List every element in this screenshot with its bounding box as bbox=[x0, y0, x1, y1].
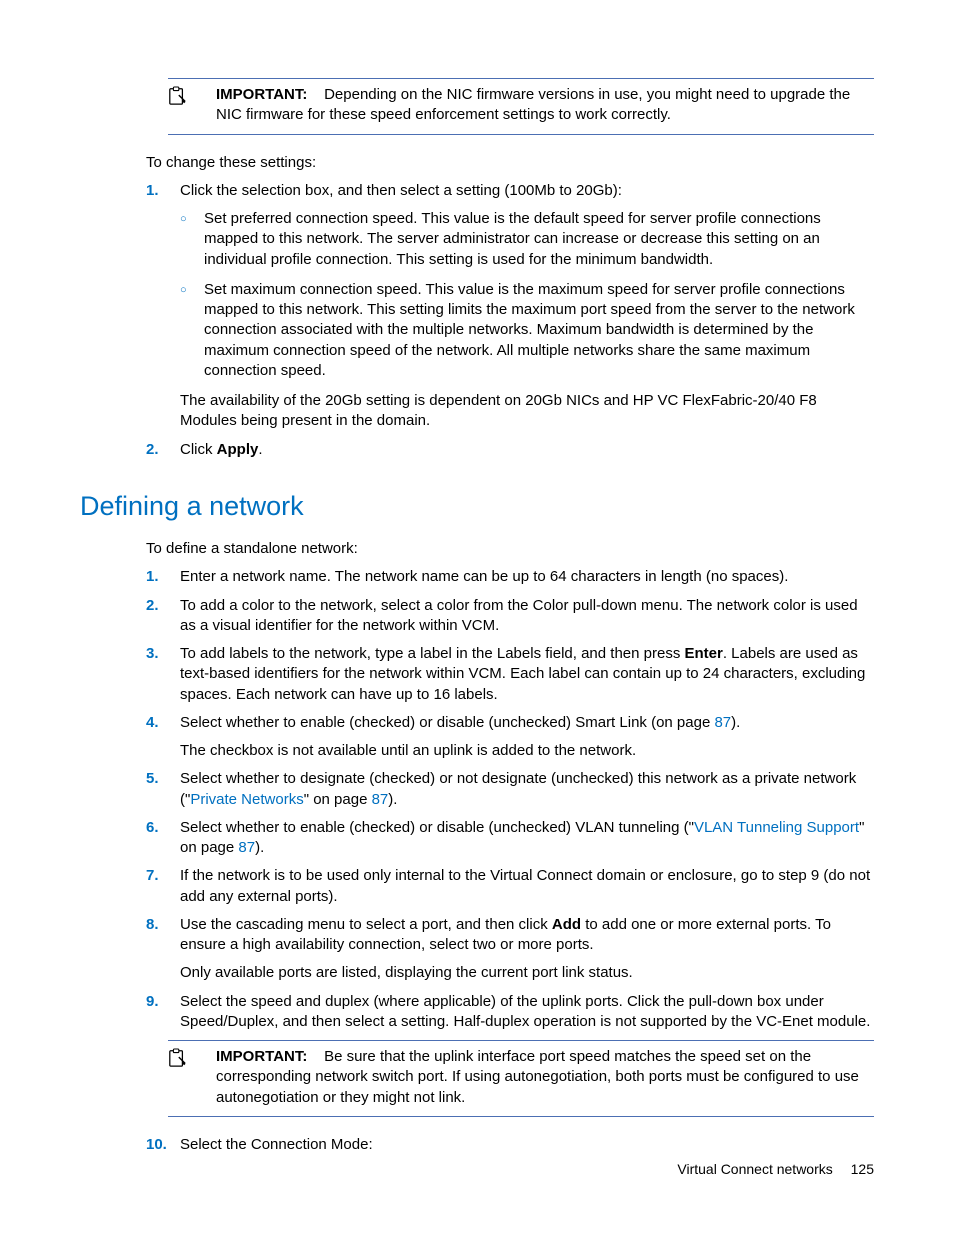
list-marker: 2. bbox=[146, 440, 180, 460]
page: IMPORTANT: Depending on the NIC firmware… bbox=[0, 0, 954, 1235]
list-item-text: Use the cascading menu to select a port,… bbox=[180, 915, 874, 956]
intro-paragraph: To define a standalone network: bbox=[146, 539, 874, 559]
list-item-text: The checkbox is not available until an u… bbox=[180, 741, 874, 761]
page-ref-link[interactable]: 87 bbox=[372, 791, 389, 808]
list-item-text: To add labels to the network, type a lab… bbox=[180, 644, 874, 705]
intro-paragraph: To change these settings: bbox=[146, 153, 874, 173]
list-item-text: Click the selection box, and then select… bbox=[180, 181, 874, 201]
list-marker: 10. bbox=[146, 1135, 180, 1155]
list-marker: 1. bbox=[146, 567, 180, 587]
note-icon bbox=[168, 85, 216, 106]
list-marker: 2. bbox=[146, 596, 180, 616]
list-item-text: Only available ports are listed, display… bbox=[180, 963, 874, 983]
note-icon bbox=[168, 1047, 216, 1068]
list-item-text: Select the speed and duplex (where appli… bbox=[180, 992, 874, 1033]
define-network-list-cont: 10. Select the Connection Mode: bbox=[146, 1135, 874, 1155]
important-label: IMPORTANT: bbox=[216, 1048, 307, 1065]
list-marker: 5. bbox=[146, 769, 180, 789]
list-marker: 4. bbox=[146, 713, 180, 733]
footer-section: Virtual Connect networks bbox=[677, 1161, 832, 1177]
list-marker: 1. bbox=[146, 181, 180, 201]
list-marker: 3. bbox=[146, 644, 180, 664]
list-marker: 8. bbox=[146, 915, 180, 935]
sub-list: ○ Set preferred connection speed. This v… bbox=[180, 209, 874, 381]
change-settings-list: 1. Click the selection box, and then sel… bbox=[146, 181, 874, 460]
list-item-text: Select the Connection Mode: bbox=[180, 1135, 874, 1155]
important-callout: IMPORTANT: Be sure that the uplink inter… bbox=[168, 1040, 874, 1117]
list-item-text: If the network is to be used only intern… bbox=[180, 866, 874, 907]
sub-item-text: Set maximum connection speed. This value… bbox=[204, 280, 874, 381]
topic-ref-link[interactable]: Private Networks bbox=[190, 791, 303, 808]
page-ref-link[interactable]: 87 bbox=[714, 714, 731, 731]
page-footer: Virtual Connect networks 125 bbox=[677, 1160, 874, 1179]
list-item-text: To add a color to the network, select a … bbox=[180, 596, 874, 637]
bullet-icon: ○ bbox=[180, 280, 204, 300]
list-item-text: Select whether to designate (checked) or… bbox=[180, 769, 874, 810]
list-marker: 9. bbox=[146, 992, 180, 1012]
bullet-icon: ○ bbox=[180, 209, 204, 229]
define-network-list: 1. Enter a network name. The network nam… bbox=[146, 567, 874, 1032]
list-item-text: Click Apply. bbox=[180, 440, 874, 460]
important-label: IMPORTANT: bbox=[216, 86, 307, 103]
footer-page-number: 125 bbox=[851, 1161, 874, 1177]
page-ref-link[interactable]: 87 bbox=[238, 839, 255, 856]
list-item-text: Enter a network name. The network name c… bbox=[180, 567, 874, 587]
list-item-text: Select whether to enable (checked) or di… bbox=[180, 818, 874, 859]
section-heading: Defining a network bbox=[80, 488, 874, 524]
list-marker: 7. bbox=[146, 866, 180, 886]
list-marker: 6. bbox=[146, 818, 180, 838]
list-tail-text: The availability of the 20Gb setting is … bbox=[180, 391, 874, 432]
topic-ref-link[interactable]: VLAN Tunneling Support bbox=[694, 819, 859, 836]
important-callout: IMPORTANT: Depending on the NIC firmware… bbox=[168, 78, 874, 135]
sub-item-text: Set preferred connection speed. This val… bbox=[204, 209, 874, 270]
list-item-text: Select whether to enable (checked) or di… bbox=[180, 713, 874, 733]
